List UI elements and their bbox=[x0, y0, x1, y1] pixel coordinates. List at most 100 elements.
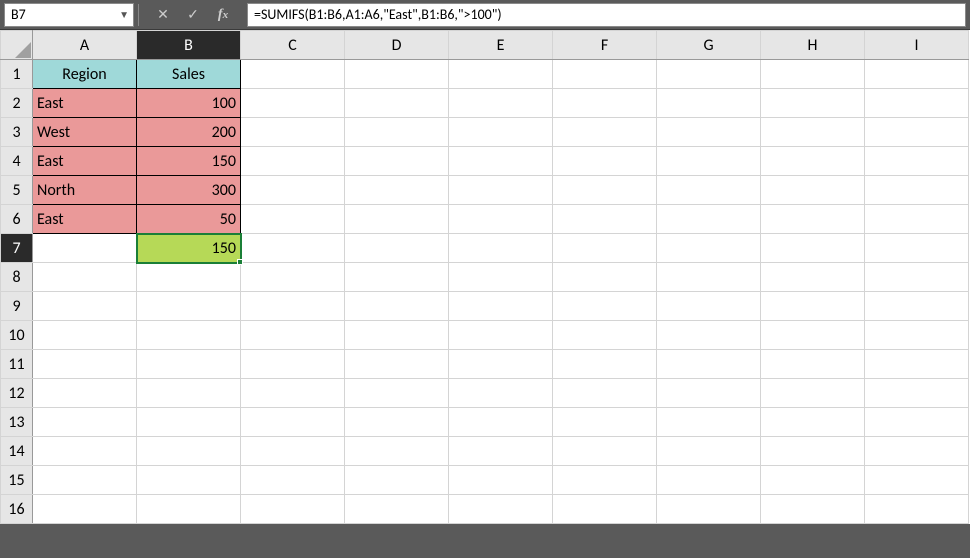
cell-G16[interactable] bbox=[657, 495, 761, 524]
cell-H14[interactable] bbox=[761, 437, 865, 466]
cell-F12[interactable] bbox=[553, 379, 657, 408]
cell-E2[interactable] bbox=[449, 89, 553, 118]
cell-D7[interactable] bbox=[345, 234, 449, 263]
cell-A5[interactable]: North bbox=[33, 176, 137, 205]
row-header-1[interactable]: 1 bbox=[1, 60, 33, 89]
cell-A4[interactable]: East bbox=[33, 147, 137, 176]
cell-C4[interactable] bbox=[241, 147, 345, 176]
row-header-13[interactable]: 13 bbox=[1, 408, 33, 437]
cancel-icon[interactable]: ✕ bbox=[153, 5, 173, 25]
col-header-D[interactable]: D bbox=[345, 31, 449, 60]
cell-E13[interactable] bbox=[449, 408, 553, 437]
cell-E7[interactable] bbox=[449, 234, 553, 263]
cell-H2[interactable] bbox=[761, 89, 865, 118]
cell-E16[interactable] bbox=[449, 495, 553, 524]
cell-I2[interactable] bbox=[865, 89, 969, 118]
cell-E9[interactable] bbox=[449, 292, 553, 321]
cell-A2[interactable]: East bbox=[33, 89, 137, 118]
cell-D16[interactable] bbox=[345, 495, 449, 524]
col-header-A[interactable]: A bbox=[33, 31, 137, 60]
cell-A14[interactable] bbox=[33, 437, 137, 466]
cell-C2[interactable] bbox=[241, 89, 345, 118]
cell-B6[interactable]: 50 bbox=[137, 205, 241, 234]
cell-F15[interactable] bbox=[553, 466, 657, 495]
cell-A7[interactable] bbox=[33, 234, 137, 263]
cell-H7[interactable] bbox=[761, 234, 865, 263]
cell-A11[interactable] bbox=[33, 350, 137, 379]
cell-E5[interactable] bbox=[449, 176, 553, 205]
cell-A16[interactable] bbox=[33, 495, 137, 524]
cell-D5[interactable] bbox=[345, 176, 449, 205]
cell-H6[interactable] bbox=[761, 205, 865, 234]
cell-I4[interactable] bbox=[865, 147, 969, 176]
cell-F11[interactable] bbox=[553, 350, 657, 379]
cell-E6[interactable] bbox=[449, 205, 553, 234]
cell-C8[interactable] bbox=[241, 263, 345, 292]
cell-C11[interactable] bbox=[241, 350, 345, 379]
cell-E4[interactable] bbox=[449, 147, 553, 176]
cell-I1[interactable] bbox=[865, 60, 969, 89]
cell-D12[interactable] bbox=[345, 379, 449, 408]
cell-D3[interactable] bbox=[345, 118, 449, 147]
cell-I12[interactable] bbox=[865, 379, 969, 408]
cell-D8[interactable] bbox=[345, 263, 449, 292]
cell-F13[interactable] bbox=[553, 408, 657, 437]
cell-B1[interactable]: Sales bbox=[137, 60, 241, 89]
cell-E8[interactable] bbox=[449, 263, 553, 292]
cell-C5[interactable] bbox=[241, 176, 345, 205]
cell-C9[interactable] bbox=[241, 292, 345, 321]
cell-B11[interactable] bbox=[137, 350, 241, 379]
cell-G7[interactable] bbox=[657, 234, 761, 263]
cell-H12[interactable] bbox=[761, 379, 865, 408]
cell-G4[interactable] bbox=[657, 147, 761, 176]
cell-H4[interactable] bbox=[761, 147, 865, 176]
cell-B8[interactable] bbox=[137, 263, 241, 292]
cell-I5[interactable] bbox=[865, 176, 969, 205]
cell-G13[interactable] bbox=[657, 408, 761, 437]
cell-G10[interactable] bbox=[657, 321, 761, 350]
cell-C15[interactable] bbox=[241, 466, 345, 495]
cell-F6[interactable] bbox=[553, 205, 657, 234]
row-header-12[interactable]: 12 bbox=[1, 379, 33, 408]
cell-C7[interactable] bbox=[241, 234, 345, 263]
cell-E12[interactable] bbox=[449, 379, 553, 408]
cell-G1[interactable] bbox=[657, 60, 761, 89]
cell-B14[interactable] bbox=[137, 437, 241, 466]
cell-D10[interactable] bbox=[345, 321, 449, 350]
col-header-E[interactable]: E bbox=[449, 31, 553, 60]
cell-G2[interactable] bbox=[657, 89, 761, 118]
cell-I7[interactable] bbox=[865, 234, 969, 263]
cell-B7[interactable]: 150 bbox=[137, 234, 241, 263]
cell-H16[interactable] bbox=[761, 495, 865, 524]
row-header-10[interactable]: 10 bbox=[1, 321, 33, 350]
cell-H9[interactable] bbox=[761, 292, 865, 321]
cell-C1[interactable] bbox=[241, 60, 345, 89]
enter-icon[interactable]: ✓ bbox=[183, 5, 203, 25]
cell-E15[interactable] bbox=[449, 466, 553, 495]
cell-H8[interactable] bbox=[761, 263, 865, 292]
cell-I16[interactable] bbox=[865, 495, 969, 524]
cell-D13[interactable] bbox=[345, 408, 449, 437]
row-header-14[interactable]: 14 bbox=[1, 437, 33, 466]
cell-A12[interactable] bbox=[33, 379, 137, 408]
cell-D6[interactable] bbox=[345, 205, 449, 234]
cell-A8[interactable] bbox=[33, 263, 137, 292]
cell-F2[interactable] bbox=[553, 89, 657, 118]
cell-A13[interactable] bbox=[33, 408, 137, 437]
cell-F1[interactable] bbox=[553, 60, 657, 89]
cell-C12[interactable] bbox=[241, 379, 345, 408]
cell-I15[interactable] bbox=[865, 466, 969, 495]
cell-A15[interactable] bbox=[33, 466, 137, 495]
cell-H3[interactable] bbox=[761, 118, 865, 147]
name-box-dropdown-icon[interactable]: ▼ bbox=[119, 8, 129, 21]
cell-E1[interactable] bbox=[449, 60, 553, 89]
cell-B16[interactable] bbox=[137, 495, 241, 524]
cell-E10[interactable] bbox=[449, 321, 553, 350]
cell-C13[interactable] bbox=[241, 408, 345, 437]
row-header-7[interactable]: 7 bbox=[1, 234, 33, 263]
cell-F16[interactable] bbox=[553, 495, 657, 524]
cell-G5[interactable] bbox=[657, 176, 761, 205]
cell-G9[interactable] bbox=[657, 292, 761, 321]
cell-E11[interactable] bbox=[449, 350, 553, 379]
cell-F7[interactable] bbox=[553, 234, 657, 263]
